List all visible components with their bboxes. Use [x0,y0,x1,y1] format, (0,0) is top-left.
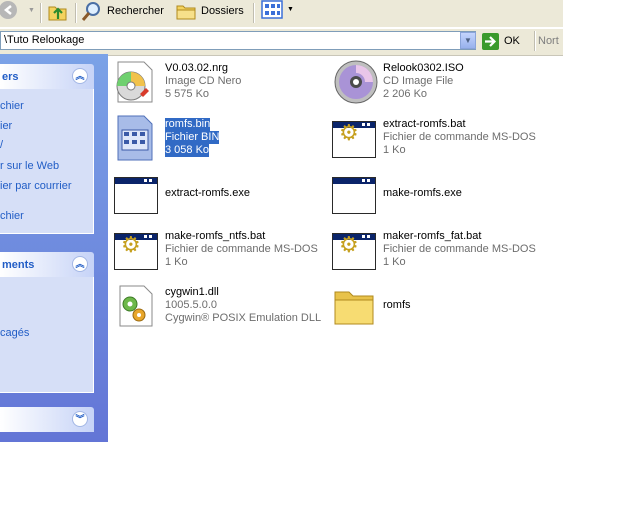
chevron-up-icon[interactable]: ︽ [72,256,88,272]
file-name: extract-romfs.exe [165,187,250,199]
go-arrow-icon [482,32,499,50]
file-item[interactable]: ⚙ make-romfs_ntfs.bat Fichier de command… [112,226,322,276]
file-name: romfs [383,299,411,311]
folders-icon [176,5,196,20]
file-size: 2 206 Ko [383,88,428,100]
panel-title: ments [2,258,35,271]
file-name: make-romfs.exe [383,187,462,199]
folder-item[interactable]: romfs [330,282,550,332]
file-item[interactable]: cygwin1.dll 1005.5.0.0 Cygwin® POSIX Emu… [112,282,327,332]
file-type: Image CD Nero [165,75,242,87]
file-item[interactable]: ⚙ maker-romfs_fat.bat Fichier de command… [330,226,550,276]
toolbar-separator [40,3,42,23]
views-icon [261,0,283,19]
file-type: Fichier BIN [165,131,220,144]
file-name: cygwin1.dll [165,286,219,298]
file-name: V0.03.02.nrg [165,62,228,74]
bin-file-icon [112,114,160,162]
file-description: Cygwin® POSIX Emulation DLL [165,312,322,324]
file-type: CD Image File [383,75,454,87]
file-name: romfs.bin [165,118,211,131]
file-item[interactable]: ⚙ extract-romfs.bat Fichier de commande … [330,114,550,164]
back-arrow-icon [0,1,17,19]
batch-file-icon: ⚙ [330,114,378,162]
file-item[interactable]: make-romfs.exe [330,170,550,220]
iso-cd-icon [330,58,378,106]
places-link[interactable]: cagés [0,327,29,339]
views-dropdown-icon: ▼ [287,6,294,13]
file-type: Fichier de commande MS-DOS [383,243,536,255]
task-link[interactable]: chier [0,210,24,222]
file-size: 3 058 Ko [165,144,210,157]
back-button[interactable] [0,0,22,22]
file-size: 1 Ko [165,256,188,268]
search-icon [81,2,100,21]
task-link[interactable]: chier [0,100,24,112]
chevron-down-icon[interactable]: ︾ [72,411,88,427]
search-label: Rechercher [107,5,164,17]
batch-file-icon: ⚙ [330,226,378,274]
file-type: Fichier de commande MS-DOS [165,243,318,255]
batch-file-icon: ⚙ [112,226,160,274]
task-link[interactable]: ier [0,120,12,132]
file-size: 5 575 Ko [165,88,210,100]
file-name: Relook0302.ISO [383,62,464,74]
chevron-up-icon[interactable]: ︽ [72,68,88,84]
links-label[interactable]: Nort [538,35,559,47]
panel-title: ers [2,70,19,83]
file-item[interactable]: extract-romfs.exe [112,170,322,220]
file-type: Fichier de commande MS-DOS [383,131,536,143]
toolbar-separator [253,3,255,23]
exe-window-icon [112,170,160,218]
go-label: OK [504,35,520,47]
search-button[interactable]: Rechercher [81,0,164,22]
exe-window-icon [330,170,378,218]
task-link[interactable]: ier par courrier [0,180,72,192]
file-name: maker-romfs_fat.bat [383,230,482,242]
panel-header-tasks[interactable]: ers ︽ [0,64,94,89]
folder-icon [330,282,378,330]
toolbar-separator [75,3,77,23]
folders-label: Dossiers [201,5,244,17]
toolbar-separator [534,31,536,51]
panel-header-details[interactable]: ︾ [0,407,94,432]
dll-file-icon [112,282,160,330]
file-item[interactable]: Relook0302.ISO CD Image File 2 206 Ko [330,58,550,108]
file-size: 1 Ko [383,256,406,268]
views-button[interactable]: ▼ [261,0,295,22]
task-link[interactable]: / [0,139,3,151]
task-link[interactable]: r sur le Web [0,160,59,172]
file-item-selected[interactable]: romfs.bin Fichier BIN 3 058 Ko [112,114,322,164]
file-name: extract-romfs.bat [383,118,466,130]
file-size: 1 Ko [383,144,406,156]
file-version: 1005.5.0.0 [165,299,217,311]
file-item[interactable]: V0.03.02.nrg Image CD Nero 5 575 Ko [112,58,322,108]
back-dropdown-icon[interactable]: ▼ [28,7,35,14]
go-button[interactable]: OK [482,31,532,51]
nero-cd-icon [112,58,160,106]
folders-button[interactable]: Dossiers [175,0,244,22]
panel-header-places[interactable]: ments ︽ [0,252,94,277]
file-name: make-romfs_ntfs.bat [165,230,266,242]
address-dropdown-button[interactable]: ▼ [460,32,476,49]
chevron-down-icon: ▼ [464,36,472,45]
up-folder-button[interactable] [46,0,70,22]
up-folder-icon [48,6,67,21]
address-input[interactable]: \Tuto Relookage [0,31,476,50]
